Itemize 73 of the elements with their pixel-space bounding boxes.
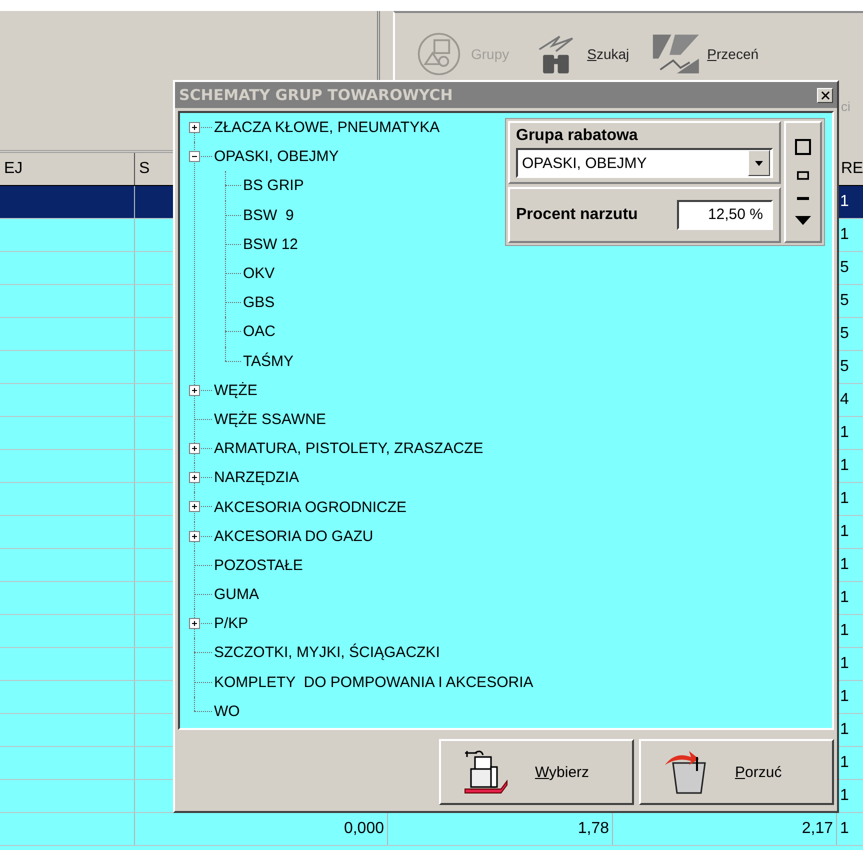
tree-item[interactable]: WĘŻE bbox=[214, 382, 258, 399]
tree-item[interactable]: GBS bbox=[243, 294, 275, 312]
table-cell: 1 bbox=[840, 787, 849, 804]
table-cell: 5 bbox=[840, 325, 849, 342]
tree-item[interactable]: POZOSTAŁE bbox=[214, 556, 303, 574]
dropdown-field[interactable]: OPASKI, OBEJMY bbox=[516, 148, 773, 178]
expander-icon[interactable] bbox=[189, 122, 200, 133]
tree-item[interactable]: OKV bbox=[243, 265, 275, 282]
square-icon[interactable] bbox=[795, 139, 811, 156]
table-cell: 1 bbox=[840, 556, 849, 573]
tree-item[interactable]: OAC bbox=[243, 323, 276, 340]
tree-item[interactable]: BSW 12 bbox=[243, 236, 298, 253]
window-title: SCHEMATY GRUP TOWAROWYCH bbox=[179, 86, 453, 104]
tree-item[interactable]: AKCESORIA OGRODNICZE bbox=[214, 498, 407, 516]
table-cell: 1 bbox=[840, 523, 849, 540]
tree-item[interactable]: TAŚMY bbox=[243, 352, 294, 370]
column-header[interactable]: EJ bbox=[4, 160, 23, 177]
table-cell: 5 bbox=[840, 259, 849, 276]
down-triangle-icon[interactable] bbox=[795, 216, 811, 225]
close-icon bbox=[820, 90, 830, 100]
tree-item[interactable]: OPASKI, OBEJMY bbox=[214, 148, 339, 166]
dialog-button[interactable]: Porzuć bbox=[639, 739, 834, 805]
table-cell: 5 bbox=[840, 358, 849, 375]
table-cell: 1 bbox=[840, 721, 849, 738]
table-cell: 0,000 bbox=[344, 820, 384, 837]
table-cell: 1 bbox=[840, 490, 849, 507]
table-cell: 1 bbox=[840, 622, 849, 639]
column-header[interactable]: RE bbox=[841, 160, 863, 177]
tree-item[interactable]: KOMPLETY DO POMPOWANIA I AKCESORIA bbox=[214, 674, 534, 691]
table-cell: 1 bbox=[840, 424, 849, 441]
table-cell: 1 bbox=[840, 226, 849, 243]
tree-item[interactable]: BSW 9 bbox=[243, 206, 294, 224]
dialog-button[interactable]: Wybierz bbox=[439, 739, 634, 805]
close-button[interactable] bbox=[817, 88, 833, 102]
table-cell: 1 bbox=[840, 754, 849, 771]
expander-icon[interactable] bbox=[189, 151, 200, 162]
toolbar-button[interactable]: Szukaj bbox=[529, 31, 630, 77]
column-header[interactable]: S bbox=[139, 160, 150, 177]
expander-icon[interactable] bbox=[189, 443, 200, 454]
expander-icon[interactable] bbox=[189, 530, 200, 542]
tree-item[interactable]: GUMA bbox=[214, 586, 259, 604]
table-cell: 1 bbox=[840, 820, 849, 837]
tree-item[interactable]: NARZĘDZIA bbox=[214, 469, 300, 486]
toolbar-button[interactable]: Przeceń bbox=[649, 31, 759, 77]
field-label: Procent narzutu bbox=[516, 206, 638, 224]
table-cell: 1 bbox=[840, 589, 849, 606]
tree-item[interactable]: P/KP bbox=[214, 615, 248, 632]
toolbar-label: ci bbox=[841, 99, 850, 114]
expander-icon[interactable] bbox=[189, 618, 200, 630]
table-cell: 1,78 bbox=[578, 820, 609, 837]
tree-item[interactable]: ZŁACZA KŁOWE, PNEUMATYKA bbox=[214, 119, 440, 136]
tree-item[interactable]: SZCZOTKI, MYJKI, ŚCIĄGACZKI bbox=[214, 644, 440, 662]
table-cell: 1 bbox=[840, 457, 849, 474]
field-label: Grupa rabatowa bbox=[516, 127, 639, 145]
table-cell: 1 bbox=[840, 688, 849, 705]
table-cell: 1 bbox=[840, 193, 849, 210]
dropdown-button[interactable] bbox=[748, 150, 770, 176]
expander-icon[interactable] bbox=[189, 472, 200, 484]
tree-item[interactable]: AKCESORIA DO GAZU bbox=[214, 528, 374, 545]
table-cell: 4 bbox=[840, 391, 849, 408]
expander-icon[interactable] bbox=[189, 384, 200, 396]
input-field[interactable]: 12,50 % bbox=[677, 200, 773, 230]
tree-item[interactable]: ARMATURA, PISTOLETY, ZRASZACZE bbox=[214, 440, 484, 458]
expander-icon[interactable] bbox=[189, 501, 200, 512]
table-cell: 5 bbox=[840, 292, 849, 309]
down-arrow-icon bbox=[755, 160, 763, 166]
tree-item[interactable]: BS GRIP bbox=[243, 177, 304, 194]
small-rectangle-icon[interactable] bbox=[797, 171, 809, 180]
table-cell: 2,17 bbox=[802, 820, 833, 837]
tree-item[interactable]: WĘŻE SSAWNE bbox=[214, 410, 326, 428]
table-cell: 1 bbox=[840, 655, 849, 672]
tree-item[interactable]: WO bbox=[214, 702, 240, 720]
dash-icon[interactable] bbox=[795, 196, 811, 200]
